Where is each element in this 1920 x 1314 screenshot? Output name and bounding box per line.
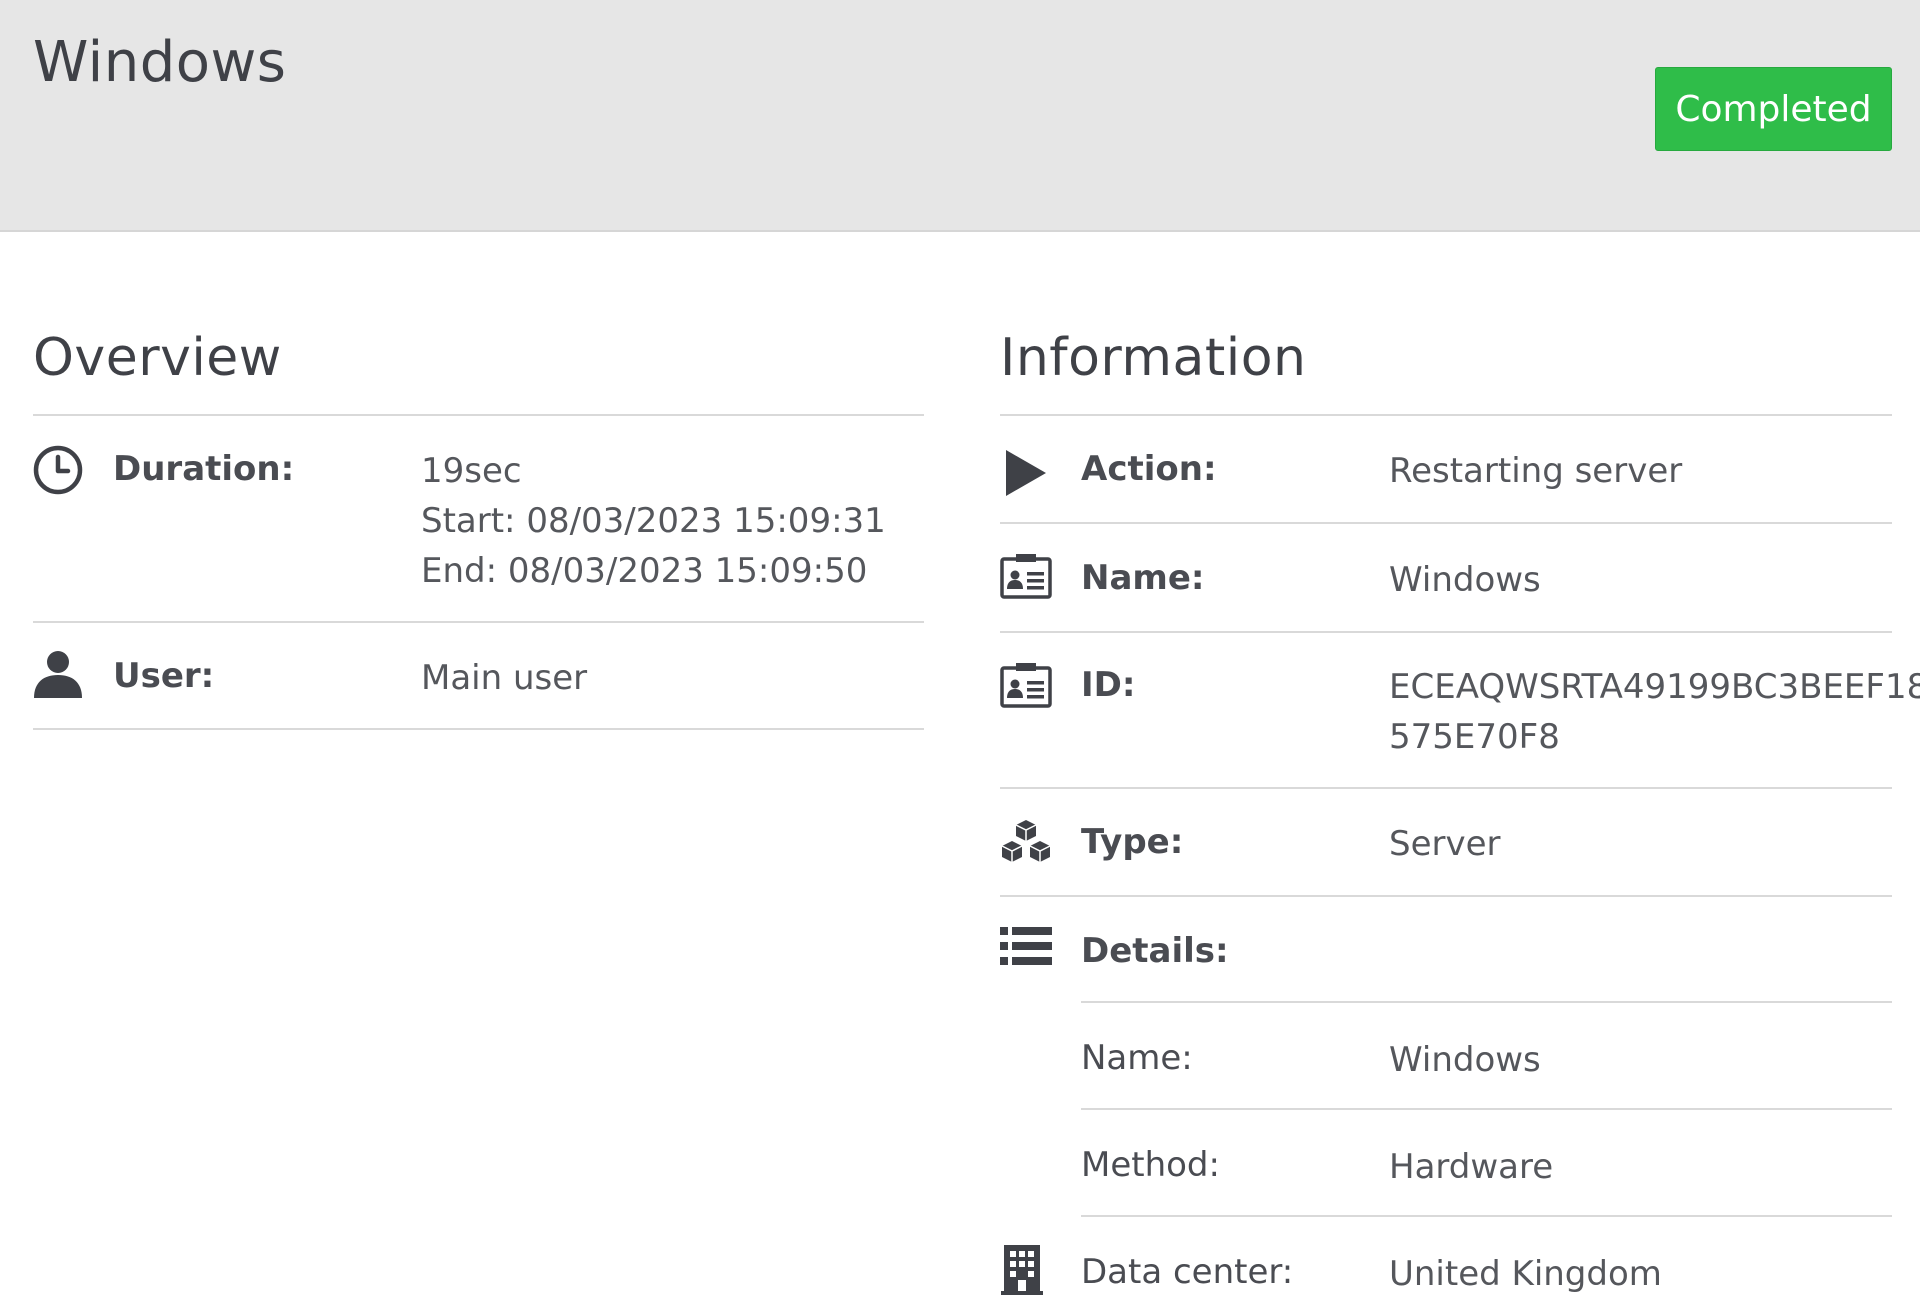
status-badge: Completed: [1655, 67, 1892, 151]
details-name-label: Name:: [1081, 1038, 1193, 1078]
user-label: User:: [113, 656, 215, 696]
cubes-icon: [999, 818, 1053, 866]
row-divider: [1081, 1001, 1892, 1003]
row-divider: [1000, 895, 1892, 897]
type-value: Server: [1389, 824, 1501, 864]
row-divider: [1000, 787, 1892, 789]
duration-end: End: 08/03/2023 15:09:50: [421, 551, 868, 591]
details-name-value: Windows: [1389, 1040, 1541, 1080]
type-label: Type:: [1081, 822, 1184, 862]
page-header: Windows Completed: [0, 0, 1920, 232]
row-divider: [1000, 631, 1892, 633]
row-divider: [1081, 1215, 1892, 1217]
details-method-label: Method:: [1081, 1145, 1220, 1185]
duration-label: Duration:: [113, 449, 295, 489]
action-value: Restarting server: [1389, 451, 1683, 491]
clock-icon: [32, 444, 84, 496]
id-value-line1: ECEAQWSRTA49199BC3BEEF18: [1389, 667, 1920, 707]
duration-start: Start: 08/03/2023 15:09:31: [421, 501, 886, 541]
name-label: Name:: [1081, 558, 1205, 598]
action-label: Action:: [1081, 449, 1217, 489]
details-label: Details:: [1081, 931, 1229, 971]
id-card-icon: [1000, 553, 1052, 599]
information-title: Information: [1000, 328, 1307, 388]
play-icon: [1004, 448, 1048, 498]
overview-title: Overview: [33, 328, 282, 388]
id-value-line2: 575E70F8: [1389, 717, 1560, 757]
list-icon: [1000, 926, 1052, 966]
name-value: Windows: [1389, 560, 1541, 600]
user-icon: [32, 648, 84, 700]
id-label: ID:: [1081, 665, 1136, 705]
row-divider: [33, 728, 924, 730]
duration-value: 19sec: [421, 451, 522, 491]
page-title: Windows: [33, 30, 287, 95]
row-divider: [1081, 1108, 1892, 1110]
user-value: Main user: [421, 658, 588, 698]
information-divider: [1000, 414, 1892, 416]
overview-divider: [33, 414, 924, 416]
datacenter-label: Data center:: [1081, 1252, 1294, 1292]
details-method-value: Hardware: [1389, 1147, 1554, 1187]
row-divider: [1000, 522, 1892, 524]
row-divider: [33, 621, 924, 623]
id-card-icon: [1000, 662, 1052, 708]
building-icon: [1001, 1245, 1043, 1295]
datacenter-value: United Kingdom: [1389, 1254, 1662, 1294]
